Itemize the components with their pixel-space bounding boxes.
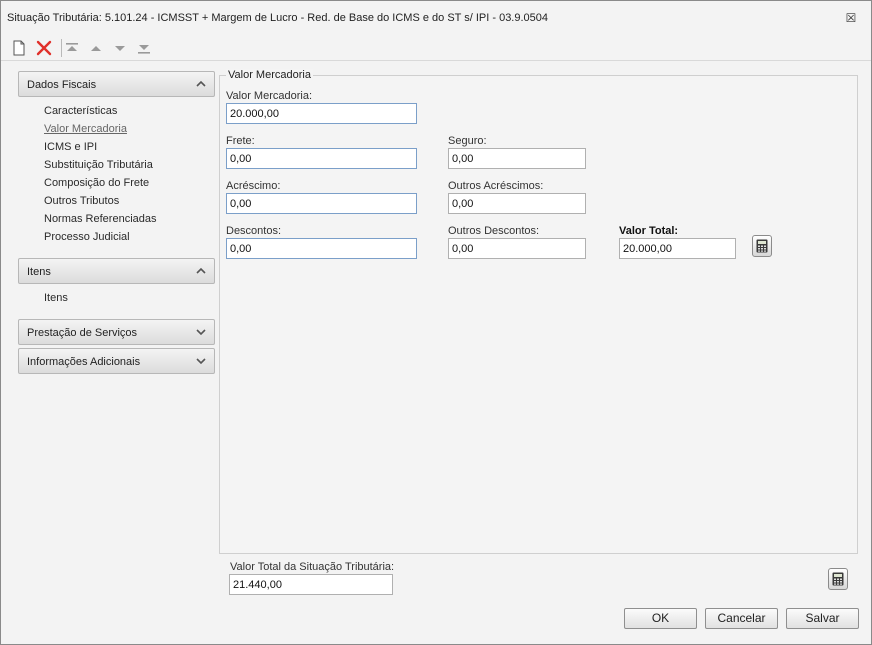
section-title: Dados Fiscais [27, 79, 97, 91]
valor-total-situacao-label: Valor Total da Situação Tributária: [230, 561, 395, 573]
sidebar-item-valor-mercadoria[interactable]: Valor Mercadoria [44, 123, 127, 135]
valor-mercadoria-group: Valor Mercadoria Valor Mercadoria: Frete… [219, 69, 858, 554]
delete-icon[interactable] [35, 39, 53, 57]
move-up-icon[interactable] [88, 39, 106, 57]
calculator-icon[interactable] [828, 568, 848, 590]
frete-label: Frete: [226, 135, 255, 147]
sidebar-item-substituicao-tributaria[interactable]: Substituição Tributária [44, 159, 153, 171]
move-down-icon[interactable] [112, 39, 130, 57]
section-header-prestacao-servicos[interactable]: Prestação de Serviços [18, 319, 215, 345]
acrescimo-field[interactable] [226, 193, 417, 214]
section-header-itens[interactable]: Itens [18, 258, 215, 284]
group-title: Valor Mercadoria [226, 69, 313, 81]
section-title: Itens [27, 266, 51, 278]
sidebar-item-caracteristicas[interactable]: Características [44, 105, 117, 117]
calculator-icon[interactable] [752, 235, 772, 257]
sidebar-item-composicao-frete[interactable]: Composição do Frete [44, 177, 149, 189]
chevron-up-icon [196, 80, 206, 87]
acrescimo-label: Acréscimo: [226, 180, 281, 192]
sidebar-item-normas-referenciadas[interactable]: Normas Referenciadas [44, 213, 157, 225]
seguro-label: Seguro: [448, 135, 487, 147]
save-button[interactable]: Salvar [786, 608, 859, 629]
section-title: Prestação de Serviços [27, 327, 138, 339]
outros-descontos-field[interactable] [448, 238, 586, 259]
sidebar-item-outros-tributos[interactable]: Outros Tributos [44, 195, 119, 207]
window-title: Situação Tributária: 5.101.24 - ICMSST +… [7, 12, 549, 24]
toolbar [1, 35, 871, 61]
sidebar-item-icms-ipi[interactable]: ICMS e IPI [44, 141, 97, 153]
valor-mercadoria-label: Valor Mercadoria: [226, 90, 312, 102]
seguro-field[interactable] [448, 148, 586, 169]
valor-mercadoria-field[interactable] [226, 103, 417, 124]
frete-field[interactable] [226, 148, 417, 169]
descontos-field[interactable] [226, 238, 417, 259]
sidebar-item-itens[interactable]: Itens [44, 292, 68, 304]
chevron-up-icon [196, 267, 206, 274]
title-bar: Situação Tributária: 5.101.24 - ICMSST +… [1, 1, 871, 34]
chevron-down-icon [196, 358, 206, 365]
section-title: Informações Adicionais [27, 356, 141, 368]
move-last-icon[interactable] [136, 39, 154, 57]
ok-button[interactable]: OK [624, 608, 697, 629]
section-header-dados-fiscais[interactable]: Dados Fiscais [18, 71, 215, 97]
close-icon[interactable]: ☒ [844, 11, 858, 25]
valor-total-field[interactable] [619, 238, 736, 259]
chevron-down-icon [196, 329, 206, 336]
descontos-label: Descontos: [226, 225, 282, 237]
section-header-informacoes-adicionais[interactable]: Informações Adicionais [18, 348, 215, 374]
cancel-button[interactable]: Cancelar [705, 608, 778, 629]
sidebar-item-processo-judicial[interactable]: Processo Judicial [44, 231, 130, 243]
toolbar-separator [61, 39, 62, 57]
dialog-window: Situação Tributária: 5.101.24 - ICMSST +… [0, 0, 872, 645]
new-document-icon[interactable] [11, 39, 29, 57]
move-first-icon[interactable] [64, 39, 82, 57]
outros-acrescimos-label: Outros Acréscimos: [448, 180, 544, 192]
outros-acrescimos-field[interactable] [448, 193, 586, 214]
valor-total-label: Valor Total: [619, 225, 679, 237]
outros-descontos-label: Outros Descontos: [448, 225, 540, 237]
valor-total-situacao-field[interactable] [229, 574, 393, 595]
